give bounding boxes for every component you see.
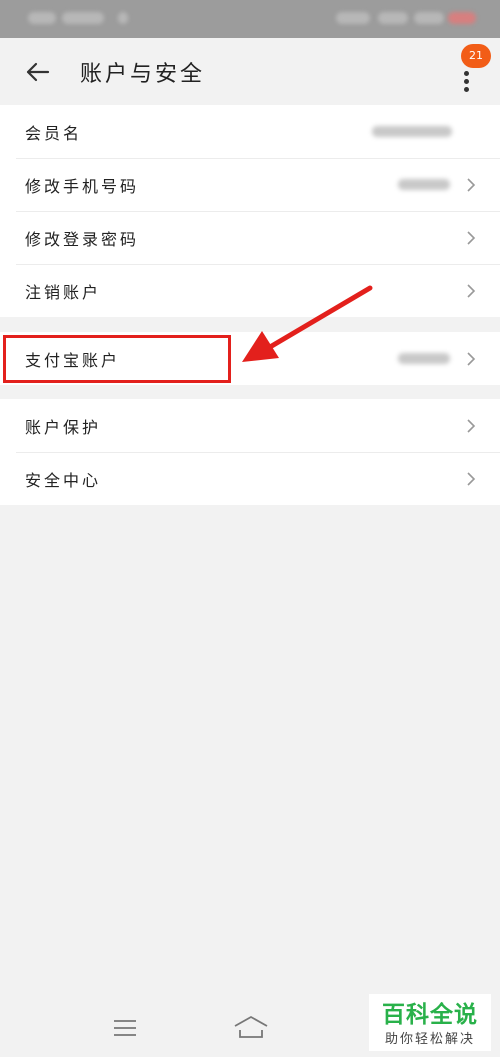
phone-value-redacted (398, 179, 450, 190)
alipay-value-redacted (398, 353, 450, 364)
notification-badge: 21 (461, 44, 491, 68)
chevron-right-icon (467, 284, 476, 298)
watermark-subtitle: 助你轻松解决 (384, 1032, 475, 1047)
chevron-right-icon (467, 472, 476, 486)
change-phone-row[interactable]: 修改手机号码 (0, 158, 500, 211)
status-bar (0, 0, 500, 38)
change-password-label: 修改登录密码 (25, 230, 140, 249)
security-center-row[interactable]: 安全中心 (0, 452, 500, 505)
security-center-label: 安全中心 (25, 471, 102, 490)
security-group: 账户保护 安全中心 (0, 399, 500, 505)
back-arrow-icon[interactable] (22, 56, 54, 88)
account-protection-row[interactable]: 账户保护 (0, 399, 500, 452)
chevron-right-icon (467, 419, 476, 433)
chevron-right-icon (467, 352, 476, 366)
member-name-value-redacted (372, 126, 452, 137)
watermark-title: 百科全说 (382, 1002, 478, 1028)
change-phone-label: 修改手机号码 (25, 177, 140, 196)
close-account-row[interactable]: 注销账户 (0, 264, 500, 317)
member-name-label: 会员名 (25, 124, 83, 143)
member-name-row[interactable]: 会员名 (0, 105, 500, 158)
home-icon[interactable] (233, 1015, 269, 1039)
close-account-label: 注销账户 (25, 283, 102, 302)
menu-icon[interactable] (113, 1018, 137, 1038)
chevron-right-icon (467, 231, 476, 245)
app-header: 账户与安全 (0, 38, 500, 104)
account-settings-group: 会员名 修改手机号码 修改登录密码 注销账户 (0, 105, 500, 317)
account-protection-label: 账户保护 (25, 418, 102, 437)
page-title: 账户与安全 (80, 62, 206, 87)
chevron-right-icon (467, 178, 476, 192)
change-password-row[interactable]: 修改登录密码 (0, 211, 500, 264)
watermark-logo: 百科全说 助你轻松解决 (369, 994, 491, 1051)
more-options-icon[interactable] (456, 63, 476, 99)
highlight-box (3, 335, 231, 383)
